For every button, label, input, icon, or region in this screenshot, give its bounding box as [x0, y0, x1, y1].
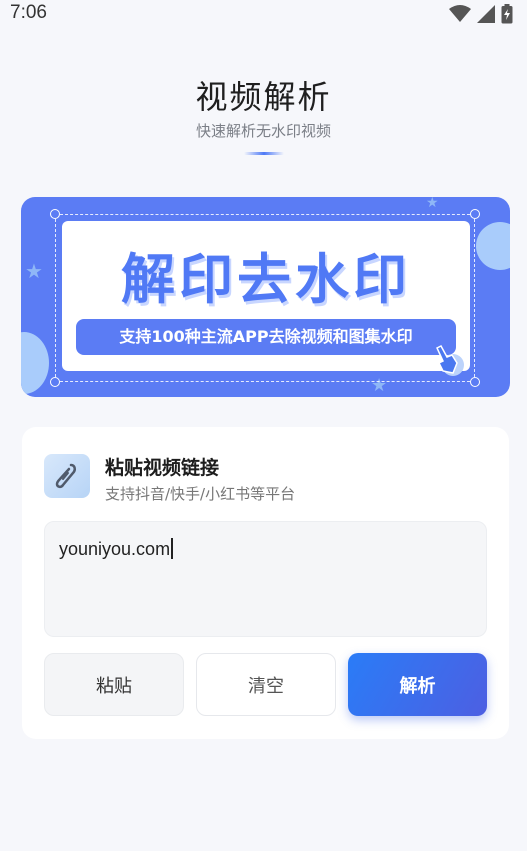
star-icon: ★ [426, 197, 439, 211]
paste-button[interactable]: 粘贴 [44, 653, 184, 716]
card-subtitle: 支持抖音/快手/小红书等平台 [105, 485, 296, 503]
banner-panel: 解印去水印 支持100种主流APP去除视频和图集水印 [62, 221, 470, 371]
page-title: 视频解析 [195, 78, 332, 116]
signal-icon [477, 5, 495, 23]
banner-headline: 解印去水印 [121, 248, 411, 311]
decor-circle [21, 332, 49, 394]
page-subtitle: 快速解析无水印视频 [195, 122, 331, 140]
frame-handle [50, 209, 60, 219]
status-time: 7:06 [10, 2, 47, 23]
banner-tagline: 支持100种主流APP去除视频和图集水印 [76, 319, 456, 355]
link-parse-card: 粘贴视频链接 支持抖音/快手/小红书等平台 youniyou.com 粘贴 清空… [22, 427, 509, 739]
status-icons [449, 4, 513, 24]
star-icon: ★ [25, 259, 43, 283]
promo-banner[interactable]: ★ ★ ★ 解印去水印 支持100种主流APP去除视频和图集水印 [21, 197, 510, 397]
battery-charging-icon [501, 4, 513, 24]
title-underline [244, 152, 284, 155]
decor-circle [476, 222, 510, 270]
frame-handle [470, 209, 480, 219]
frame-handle [50, 377, 60, 387]
link-input[interactable]: youniyou.com [44, 521, 487, 637]
frame-handle [470, 377, 480, 387]
clear-button[interactable]: 清空 [196, 653, 336, 716]
hand-pointer-icon [436, 345, 464, 376]
text-caret [171, 538, 173, 559]
status-bar: 7:06 [0, 0, 527, 28]
wifi-icon [449, 5, 471, 22]
link-input-value: youniyou.com [59, 539, 171, 559]
link-icon [44, 454, 90, 498]
parse-button[interactable]: 解析 [348, 653, 487, 716]
card-title: 粘贴视频链接 [105, 457, 220, 479]
